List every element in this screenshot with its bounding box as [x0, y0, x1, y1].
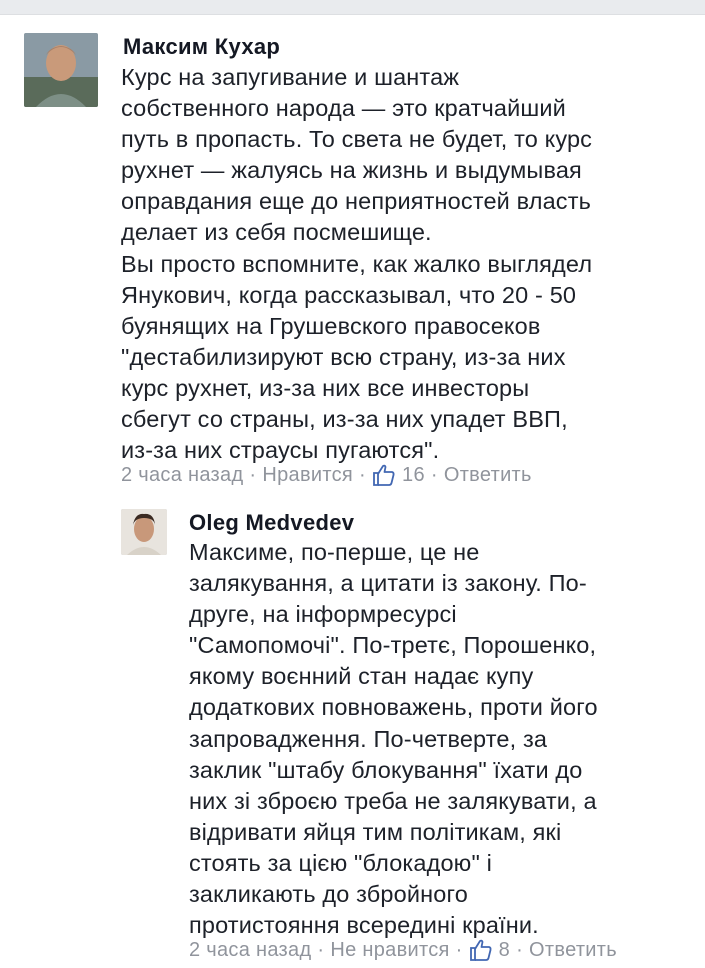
like-count[interactable]: 16 — [402, 464, 425, 487]
thumbs-up-icon[interactable] — [469, 938, 493, 962]
comment-timestamp[interactable]: 2 часа назад — [189, 939, 311, 962]
reply-link[interactable]: Ответить — [529, 939, 617, 962]
comment-actions: 2 часа назад · Нравится · 16 · Ответить — [121, 463, 532, 487]
user-photo-icon — [121, 509, 167, 555]
reply-comment: Oleg Medvedev Максиме, по-перше, це не з… — [0, 500, 705, 962]
comment-text: Максиме, по-перше, це не залякування, а … — [189, 539, 598, 939]
separator: · — [317, 938, 325, 961]
separator: · — [430, 463, 438, 486]
unlike-link[interactable]: Не нравится — [330, 939, 449, 962]
avatar[interactable] — [24, 33, 98, 107]
comment-text: Курс на запугивание и шантаж собственног… — [121, 64, 593, 464]
reply-link[interactable]: Ответить — [444, 464, 532, 487]
separator: · — [516, 938, 524, 961]
separator: · — [455, 938, 463, 961]
separator: · — [249, 463, 257, 486]
like-link[interactable]: Нравится — [262, 464, 353, 487]
comment-author[interactable]: Oleg Medvedev — [189, 510, 354, 536]
like-count[interactable]: 8 — [499, 939, 510, 962]
comment-timestamp[interactable]: 2 часа назад — [121, 464, 243, 487]
comment-actions: 2 часа назад · Не нравится · 8 · Ответит… — [189, 938, 617, 962]
comment: Максим Кухар Курс на запугивание и шанта… — [0, 0, 705, 500]
separator: · — [359, 463, 367, 486]
user-photo-icon — [24, 33, 98, 107]
comment-author[interactable]: Максим Кухар — [123, 34, 280, 60]
thumbs-up-icon[interactable] — [372, 463, 396, 487]
avatar[interactable] — [121, 509, 167, 555]
